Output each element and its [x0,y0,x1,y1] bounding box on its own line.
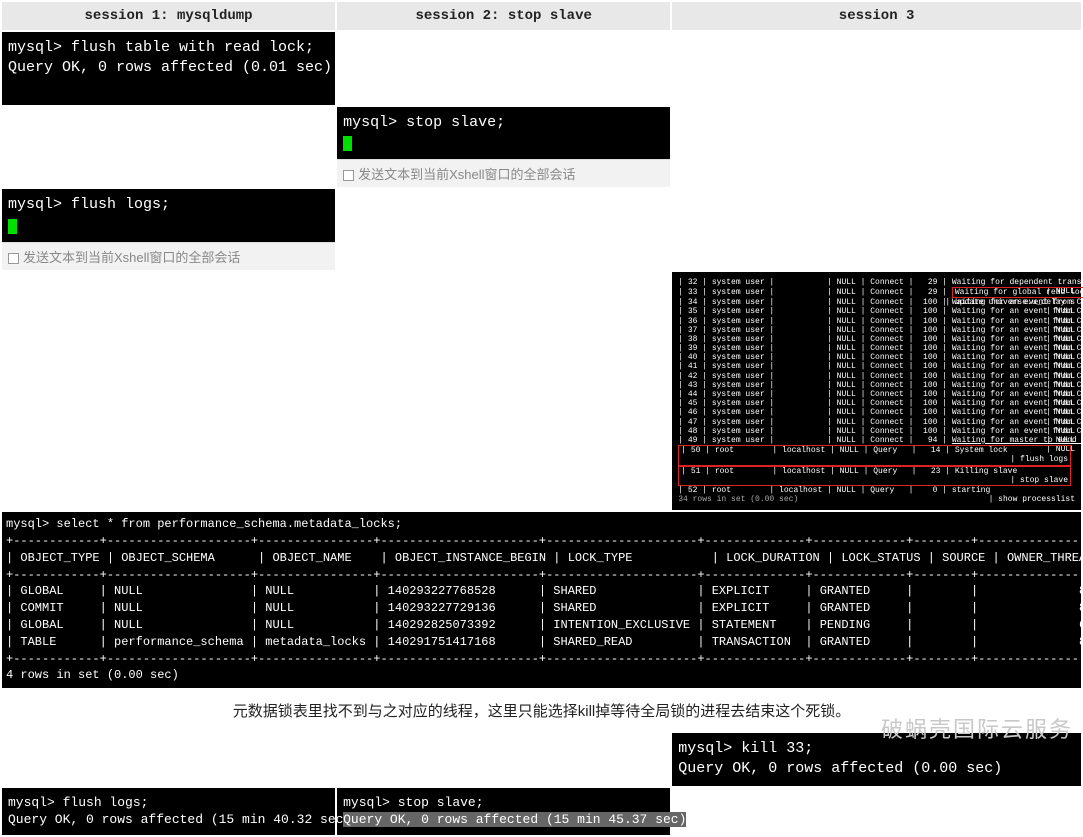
cursor-icon [343,136,352,151]
explanation-text: 元数据锁表里找不到与之对应的线程，这里只能选择kill掉等待全局锁的进程去结束这… [2,690,1081,731]
cursor-icon [8,219,17,234]
terminal-s2-stop-slave: mysql> stop slave; [337,107,670,160]
header-session2: session 2: stop slave [336,1,671,31]
terminal-metadata-locks: mysql> select * from performance_schema.… [2,512,1081,688]
xshell-broadcast-bar: 发送文本到当前Xshell窗口的全部会话 [337,159,670,187]
header-session3: session 3 [671,1,1082,31]
header-session1: session 1: mysqldump [1,1,336,31]
terminal-s1-flush-logs-done: mysql> flush logs; Query OK, 0 rows affe… [2,788,335,835]
terminal-s3-kill: mysql> kill 33; Query OK, 0 rows affecte… [672,733,1081,786]
terminal-s2-stop-slave-done: mysql> stop slave; Query OK, 0 rows affe… [337,788,670,835]
terminal-s3-processlist: | 32 | system user | | NULL | Connect | … [672,272,1081,511]
checkbox-icon[interactable] [343,170,354,181]
checkbox-icon[interactable] [8,253,19,264]
xshell-broadcast-bar: 发送文本到当前Xshell窗口的全部会话 [2,242,335,270]
layout-table: session 1: mysqldump session 2: stop sla… [0,0,1083,837]
terminal-s1-flush-table: mysql> flush table with read lock; Query… [2,32,335,105]
terminal-s1-flush-logs: mysql> flush logs; [2,189,335,242]
